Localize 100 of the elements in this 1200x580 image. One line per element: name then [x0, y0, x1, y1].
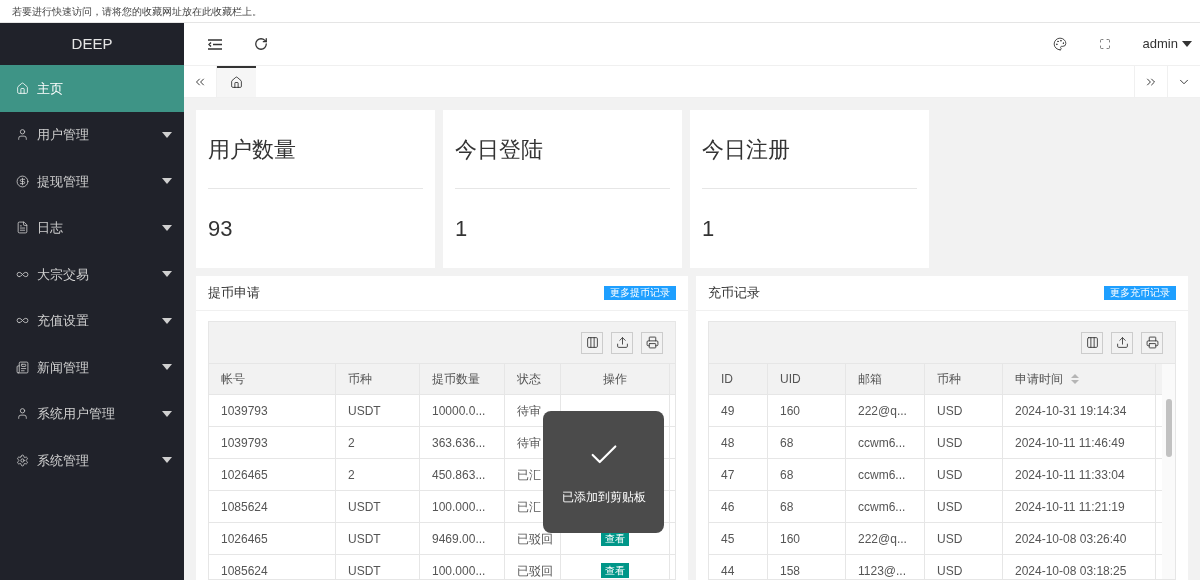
stat-title: 用户数量	[208, 135, 296, 164]
table-cell-text: 1039793	[221, 402, 268, 420]
table-cell-text: 9469.00...	[432, 530, 486, 548]
column-header: 操作	[603, 371, 627, 388]
sidebar-item[interactable]: 提现管理	[0, 158, 184, 205]
table-cell-text: USD	[937, 466, 963, 484]
table-cell-text: ccwm6...	[858, 434, 906, 452]
table-cell-text: 已驳回	[517, 530, 553, 548]
table-cell-text: ccwm6...	[858, 466, 906, 484]
gear-icon	[16, 453, 29, 467]
sidebar-item[interactable]: 新闻管理	[0, 344, 184, 391]
table-cell-text: 1123@...	[858, 562, 906, 579]
sidebar-item[interactable]: 充值设置	[0, 297, 184, 344]
table-cell-text: USD	[937, 530, 963, 548]
column-header: 状态	[517, 371, 541, 388]
table-cell-text: 46	[721, 498, 735, 516]
columns-icon[interactable]	[1081, 331, 1103, 354]
columns-icon[interactable]	[581, 331, 603, 354]
view-button[interactable]: 查看	[601, 563, 629, 578]
collapse-menu-icon[interactable]	[208, 38, 222, 50]
currency-icon	[16, 174, 29, 188]
stat-value: 1	[702, 215, 715, 243]
table-cell-text: 1085624	[221, 562, 268, 579]
table-cell-text: 1085624	[221, 498, 268, 516]
table-cell-text: 100.000...	[432, 562, 486, 579]
table-cell-text: USDT	[348, 402, 381, 420]
caret-icon	[1182, 41, 1192, 47]
table-cell-text: 48	[721, 434, 735, 452]
table-cell-text: 2	[348, 434, 355, 452]
user-icon	[16, 407, 29, 421]
sidebar-item[interactable]: 系统管理	[0, 437, 184, 484]
table-cell-text: 222@q...	[858, 530, 907, 548]
table-cell-text: 160	[780, 530, 801, 548]
table-cell-text: 450.863...	[432, 466, 486, 484]
column-header: UID	[780, 371, 801, 388]
table-cell-text: USD	[937, 498, 963, 516]
sidebar-item[interactable]: 用户管理	[0, 111, 184, 158]
table-cell-text: 158	[780, 562, 801, 579]
refresh-icon[interactable]	[254, 37, 268, 51]
table-cell-text: 1026465	[221, 466, 268, 484]
column-header: 提币数量	[432, 371, 480, 388]
table-cell-text: 47	[721, 466, 735, 484]
sidebar-item[interactable]: 日志	[0, 204, 184, 251]
stat-value: 93	[208, 215, 233, 243]
table-cell-text: 1039793	[221, 434, 268, 452]
table-cell-text: 44	[721, 562, 735, 579]
table-cell-text: 160	[780, 402, 801, 420]
sidebar-item[interactable]: 主页	[0, 65, 184, 112]
table-cell-text: 2024-10-31 19:14:34	[1015, 402, 1127, 420]
table-cell-text: 363.636...	[432, 434, 486, 452]
stat-title: 今日登陆	[455, 135, 543, 164]
table-cell-text: USD	[937, 434, 963, 452]
column-header: ID	[721, 371, 733, 388]
table-cell-text: USDT	[348, 530, 381, 548]
table-cell-text: USD	[937, 402, 963, 420]
document-icon	[16, 221, 29, 235]
sidebar-item[interactable]: 系统用户管理	[0, 390, 184, 437]
table-cell-text: 已汇	[517, 498, 541, 516]
table-cell-text: USD	[937, 562, 963, 579]
user-menu[interactable]: admin	[1142, 34, 1192, 54]
column-header: 帐号	[221, 371, 245, 388]
export-icon[interactable]	[611, 331, 633, 354]
table-cell-text: 2024-10-08 03:26:40	[1015, 530, 1127, 548]
home-icon	[16, 81, 29, 95]
column-header: 申请时间	[1015, 371, 1063, 388]
table-cell-text: 45	[721, 530, 735, 548]
table-cell-text: ccwm6...	[858, 498, 906, 516]
table-cell-text: 68	[780, 498, 794, 516]
table-cell-text: 待审	[517, 434, 541, 452]
home-tab[interactable]	[217, 66, 256, 97]
toast-message: 已添加到剪贴板	[561, 489, 646, 506]
palette-icon[interactable]	[1052, 37, 1067, 51]
table-cell-text: 2024-10-11 11:46:49	[1015, 434, 1125, 452]
home-icon	[230, 76, 243, 89]
stat-title: 今日注册	[702, 135, 790, 164]
stat-value: 1	[455, 215, 468, 243]
column-header: 邮箱	[858, 371, 882, 388]
table-cell-text: 已驳回	[517, 562, 553, 579]
scrollbar[interactable]	[1162, 364, 1175, 579]
print-icon[interactable]	[641, 331, 663, 354]
logo-text: DEEP	[71, 33, 113, 54]
export-icon[interactable]	[1111, 331, 1133, 354]
table-cell-text: 2	[348, 466, 355, 484]
fullscreen-icon[interactable]	[1098, 38, 1111, 50]
table-cell-text: 222@q...	[858, 402, 907, 420]
bookmark-hint: 若要进行快速访问，请将您的收藏网址放在此收藏栏上。	[12, 4, 262, 19]
newspaper-icon	[16, 360, 29, 374]
table-cell-text: 68	[780, 466, 794, 484]
table-cell-text: 68	[780, 434, 794, 452]
sidebar-item[interactable]: 大宗交易	[0, 251, 184, 298]
panel-title: 充币记录	[708, 284, 760, 303]
panel-title: 提币申请	[208, 284, 260, 303]
print-icon[interactable]	[1141, 331, 1163, 354]
column-header: 币种	[937, 371, 961, 388]
table-cell-text: 已汇	[517, 466, 541, 484]
table-cell-text: USDT	[348, 498, 381, 516]
table-cell-text: 2024-10-11 11:21:19	[1015, 498, 1125, 516]
user-icon	[16, 128, 29, 142]
table-cell-text: 100.000...	[432, 498, 486, 516]
table-cell-text: 2024-10-08 03:18:25	[1015, 562, 1127, 579]
